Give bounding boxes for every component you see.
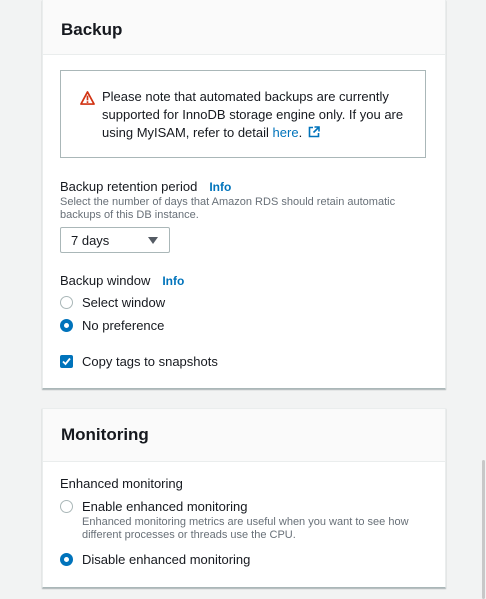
enable-enhanced-monitoring-label[interactable]: Enable enhanced monitoring [82,499,248,514]
backup-window-label: Backup window Info [60,273,184,288]
disable-enhanced-monitoring-radio[interactable] [60,553,73,566]
external-link-icon[interactable] [308,126,320,138]
monitoring-title: Monitoring [61,425,149,444]
select-window-radio[interactable] [60,296,73,309]
enable-enhanced-monitoring-description: Enhanced monitoring metrics are useful w… [82,516,409,541]
warning-message: Please note that automated backups are c… [102,88,412,142]
select-window-label[interactable]: Select window [82,295,165,310]
backup-warning-alert: Please note that automated backups are c… [60,70,426,158]
disable-enhanced-monitoring-label[interactable]: Disable enhanced monitoring [82,552,250,567]
copy-tags-label[interactable]: Copy tags to snapshots [82,354,218,369]
enhanced-monitoring-label: Enhanced monitoring [60,476,183,491]
enable-enhanced-monitoring-radio[interactable] [60,500,73,513]
caret-down-icon [148,237,158,244]
backup-panel: Backup Please note that automated backup… [42,0,446,389]
backup-retention-value: 7 days [71,232,110,248]
warning-text: Please note that automated backups are c… [102,89,404,140]
backup-header: Backup [43,0,445,55]
backup-title: Backup [61,19,123,39]
monitoring-panel: Monitoring Enhanced monitoring Enable en… [42,408,446,588]
backup-retention-select[interactable]: 7 days [60,227,170,253]
warning-after-link: . [298,125,303,140]
checkmark-icon [62,357,71,366]
no-preference-radio[interactable] [60,319,73,332]
warning-here-link[interactable]: here [273,125,299,140]
backup-retention-info-link[interactable]: Info [209,180,231,194]
warning-icon [80,91,95,105]
backup-retention-label: Backup retention period Info [60,179,231,194]
no-preference-label[interactable]: No preference [82,318,164,333]
copy-tags-checkbox[interactable] [60,355,73,368]
monitoring-header: Monitoring [43,409,445,462]
backup-retention-description: Select the number of days that Amazon RD… [60,196,396,221]
scrollbar-thumb[interactable] [482,460,485,599]
backup-window-label-text: Backup window [60,273,151,288]
backup-window-info-link[interactable]: Info [162,274,184,288]
backup-retention-label-text: Backup retention period [60,179,198,194]
